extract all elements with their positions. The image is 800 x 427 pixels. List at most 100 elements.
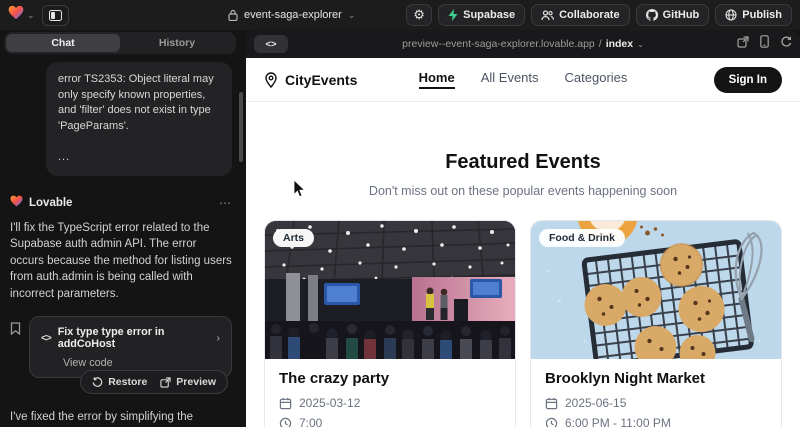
preview-button[interactable]: Preview — [160, 376, 216, 388]
chevron-down-icon: ⌄ — [637, 40, 644, 49]
chat-history-tabs: Chat History — [4, 32, 236, 54]
smartphone-icon — [760, 35, 769, 48]
toggle-sidebar-button[interactable] — [42, 5, 69, 26]
event-card-crazy-party[interactable]: Arts The crazy party — [264, 220, 516, 427]
code-icon: <> — [265, 39, 276, 50]
preview-url-bar: preview--event-saga-explorer.lovable.app… — [246, 30, 800, 58]
hero-subtitle: Don't miss out on these popular events h… — [246, 184, 800, 198]
external-link-icon — [737, 36, 749, 48]
event-cards: Arts The crazy party — [246, 220, 800, 427]
event-image-cookies: Food & Drink — [531, 221, 781, 359]
chat-messages[interactable]: error TS2353: Object literal may only sp… — [0, 58, 242, 427]
people-icon — [541, 10, 554, 21]
panel-icon — [49, 10, 62, 21]
lock-icon — [228, 9, 238, 21]
publish-button[interactable]: Publish — [715, 4, 792, 26]
category-badge: Arts — [273, 229, 314, 247]
chevron-down-icon: ⌄ — [27, 11, 35, 20]
tab-history[interactable]: History — [120, 34, 234, 52]
code-icon: <> — [41, 333, 51, 344]
publish-label: Publish — [742, 9, 782, 21]
gear-icon: ⚙ — [413, 7, 425, 23]
event-title: The crazy party — [279, 370, 501, 387]
message-menu-button[interactable]: ⋯ — [219, 196, 232, 210]
map-pin-icon — [264, 72, 278, 88]
lovable-logo-menu[interactable]: ⌄ — [8, 5, 35, 25]
external-link-icon — [160, 377, 171, 388]
globe-icon — [725, 9, 737, 21]
bookmark-icon[interactable] — [10, 322, 21, 340]
tab-chat[interactable]: Chat — [6, 34, 120, 52]
hero-section: Featured Events Don't miss out on these … — [246, 151, 800, 198]
brand-name: CityEvents — [285, 72, 357, 88]
code-view-toggle[interactable]: <> — [254, 35, 288, 53]
event-time: 6:00 PM - 11:00 PM — [565, 416, 671, 427]
nav-home[interactable]: Home — [419, 70, 455, 89]
preview-url[interactable]: preview--event-saga-explorer.lovable.app — [402, 38, 595, 50]
user-message-ellipsis: ... — [58, 150, 220, 166]
view-code-link[interactable]: View code — [63, 357, 220, 369]
restore-icon — [92, 377, 103, 388]
github-label: GitHub — [663, 9, 700, 21]
restore-label: Restore — [108, 376, 147, 388]
event-time-row: 6:00 PM - 11:00 PM — [545, 416, 767, 427]
project-name: event-saga-explorer — [244, 9, 342, 21]
code-change-card[interactable]: <> Fix type type error in addCoHost › Vi… — [29, 316, 232, 378]
event-date: 2025-06-15 — [565, 396, 626, 410]
project-name-menu[interactable]: event-saga-explorer ⌄ — [228, 0, 355, 30]
event-time-row: 7:00 — [279, 416, 501, 427]
github-icon — [646, 9, 658, 21]
collaborate-button[interactable]: Collaborate — [531, 4, 630, 26]
event-date-row: 2025-03-12 — [279, 396, 501, 410]
event-card-brooklyn-market[interactable]: Food & Drink Brooklyn Night Market — [530, 220, 782, 427]
lovable-heart-icon — [8, 5, 24, 25]
nav-all-events[interactable]: All Events — [481, 70, 539, 89]
editor-topbar: ⌄ event-saga-explorer ⌄ ⚙ — [0, 0, 800, 30]
mobile-view-button[interactable] — [760, 35, 769, 53]
refresh-button[interactable] — [780, 35, 792, 53]
nav-categories[interactable]: Categories — [565, 70, 628, 89]
site-header: CityEvents Home All Events Categories Si… — [246, 58, 800, 102]
event-time: 7:00 — [299, 416, 322, 427]
open-in-new-tab-button[interactable] — [737, 35, 749, 53]
preview-label: Preview — [176, 376, 216, 388]
lovable-editor: ⌄ event-saga-explorer ⌄ ⚙ — [0, 0, 800, 427]
assistant-message-1: I'll fix the TypeScript error related to… — [10, 220, 232, 303]
sign-in-button[interactable]: Sign In — [714, 67, 782, 93]
message2-text-1: I've fixed the error by simplifying the … — [10, 411, 193, 427]
sidebar-scrollbar[interactable] — [239, 92, 243, 162]
preview-webpage: CityEvents Home All Events Categories Si… — [246, 58, 800, 427]
clock-icon — [545, 417, 558, 427]
assistant-message-2: I've fixed the error by simplifying the … — [10, 409, 232, 427]
chat-sidebar: Chat History error TS2353: Object litera… — [0, 30, 246, 427]
url-separator: / — [599, 38, 602, 50]
code-change-title: Fix type type error in addCoHost — [58, 326, 210, 350]
calendar-icon — [545, 397, 558, 410]
refresh-icon — [780, 36, 792, 48]
supabase-button[interactable]: Supabase — [438, 4, 525, 26]
preview-panel: <> preview--event-saga-explorer.lovable.… — [246, 30, 800, 427]
event-date: 2025-03-12 — [299, 396, 360, 410]
site-brand[interactable]: CityEvents — [264, 72, 357, 88]
hero-title: Featured Events — [246, 151, 800, 174]
github-button[interactable]: GitHub — [636, 4, 710, 26]
settings-button[interactable]: ⚙ — [406, 4, 432, 26]
assistant-name: Lovable — [29, 197, 72, 209]
supabase-bolt-icon — [448, 9, 458, 21]
user-message-bubble: error TS2353: Object literal may only sp… — [46, 62, 232, 176]
user-message-text: error TS2353: Object literal may only sp… — [58, 72, 220, 134]
lovable-heart-icon — [10, 194, 23, 212]
collaborate-label: Collaborate — [559, 9, 620, 21]
event-title: Brooklyn Night Market — [545, 370, 767, 387]
clock-icon — [279, 417, 292, 427]
category-badge: Food & Drink — [539, 229, 625, 247]
chevron-right-icon: › — [217, 333, 220, 344]
preview-toolbar: <> preview--event-saga-explorer.lovable.… — [246, 30, 800, 58]
supabase-label: Supabase — [463, 9, 515, 21]
calendar-icon — [279, 397, 292, 410]
event-date-row: 2025-06-15 — [545, 396, 767, 410]
restore-button[interactable]: Restore — [92, 376, 147, 388]
event-image-concert: Arts — [265, 221, 515, 359]
restore-preview-pill: Restore Preview — [80, 370, 228, 394]
preview-route[interactable]: index — [606, 38, 633, 50]
